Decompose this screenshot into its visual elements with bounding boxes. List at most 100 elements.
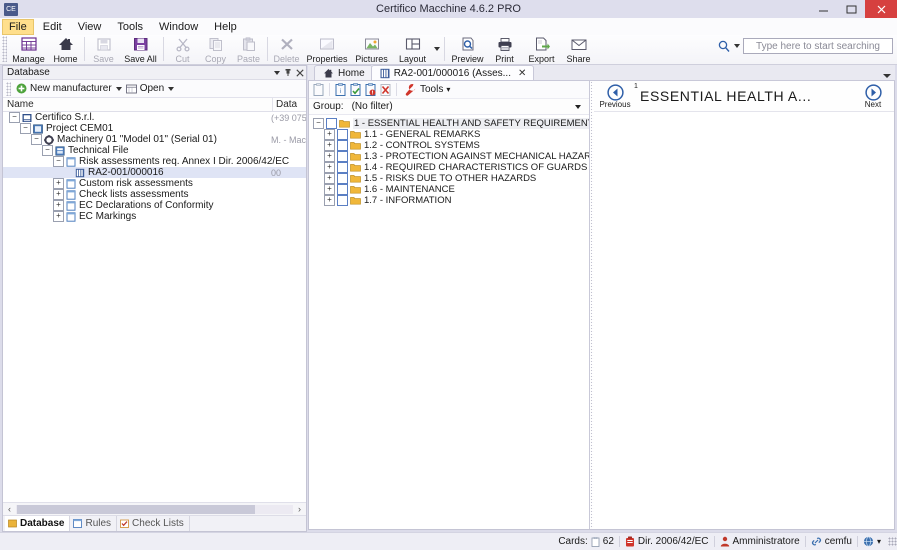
status-connection[interactable]: cemfu [811, 536, 852, 547]
tools-caret[interactable]: ▾ [446, 85, 450, 94]
tree-row-check-lists[interactable]: + Check lists assessments [3, 189, 306, 200]
tabstrip-menu-icon[interactable] [883, 74, 891, 78]
ribbon-manage-button[interactable]: Manage [8, 35, 49, 64]
req-row-1-6[interactable]: + 1.6 - MAINTENANCE [309, 184, 589, 195]
ribbon-home-button[interactable]: Home [49, 35, 82, 64]
scroll-right-arrow[interactable]: › [294, 504, 305, 514]
expander-plus-icon[interactable]: + [324, 162, 335, 173]
ribbon-export-button[interactable]: Export [521, 35, 562, 64]
bottom-tab-check-lists[interactable]: Check Lists [117, 516, 190, 531]
group-filter-row[interactable]: Group: (No filter) [309, 99, 589, 115]
previous-button[interactable]: Previous [598, 83, 632, 109]
column-header-data[interactable]: Data [272, 98, 306, 111]
menu-tools[interactable]: Tools [110, 19, 150, 35]
bottom-tab-database[interactable]: Database [5, 516, 71, 531]
status-globe-caret[interactable]: ▾ [877, 537, 881, 546]
doc-tab-home[interactable]: Home [314, 65, 373, 80]
menu-edit[interactable]: Edit [36, 19, 69, 35]
ribbon-layout-button[interactable]: Layout [392, 35, 433, 64]
expander-minus-icon[interactable]: − [53, 156, 64, 167]
tools-button[interactable]: Tools ▾ [404, 83, 450, 96]
doc-tab-close-icon[interactable]: ✕ [518, 68, 526, 79]
maximize-button[interactable] [837, 0, 865, 18]
ribbon-print-button[interactable]: Print [488, 35, 521, 64]
group-filter-caret[interactable] [575, 104, 581, 109]
pin-icon[interactable] [284, 68, 292, 77]
ribbon-paste-button[interactable]: Paste [232, 35, 265, 64]
ribbon-preview-button[interactable]: Preview [447, 35, 488, 64]
scroll-thumb[interactable] [17, 504, 255, 514]
toolbar-grip[interactable] [2, 36, 7, 62]
status-globe[interactable]: ▾ [863, 536, 881, 547]
scroll-track[interactable] [16, 504, 293, 514]
open-button[interactable]: Open [124, 83, 166, 94]
card-info-icon[interactable]: i [334, 82, 347, 97]
ribbon-save-button[interactable]: Save [87, 35, 120, 64]
req-checkbox[interactable] [337, 129, 348, 140]
new-card-icon[interactable] [312, 82, 325, 97]
column-header-name[interactable]: Name [3, 99, 272, 110]
chevron-down-icon[interactable] [274, 70, 280, 75]
req-row-1-4[interactable]: + 1.4 - REQUIRED CHARACTERISTICS OF GUAR… [309, 162, 589, 173]
ribbon-delete-button[interactable]: Delete [270, 35, 303, 64]
menu-view[interactable]: View [71, 19, 109, 35]
ribbon-copy-button[interactable]: Copy [199, 35, 232, 64]
tree-row-ec-markings[interactable]: + EC Markings [3, 211, 306, 222]
menu-help[interactable]: Help [207, 19, 244, 35]
tree-row-machinery[interactable]: − Machinery 01 "Model 01" (Serial 01) M.… [3, 134, 306, 145]
expander-minus-icon[interactable]: − [42, 145, 53, 156]
tree-row-risk-assessments[interactable]: − Risk assessments req. Annex I Dir. 200… [3, 156, 306, 167]
ribbon-properties-button[interactable]: Properties [303, 35, 351, 64]
status-directive[interactable]: Dir. 2006/42/EC [625, 536, 709, 547]
expander-plus-icon[interactable]: + [324, 195, 335, 206]
tree-row-ra2-001[interactable]: RA2-001/000016 00 [3, 167, 306, 178]
expander-plus-icon[interactable]: + [53, 189, 64, 200]
resize-grip[interactable] [888, 537, 897, 546]
req-checkbox[interactable] [337, 140, 348, 151]
req-row-1-2[interactable]: + 1.2 - CONTROL SYSTEMS [309, 140, 589, 151]
menu-file[interactable]: File [2, 18, 34, 35]
expander-minus-icon[interactable]: − [9, 112, 20, 123]
status-user[interactable]: Amministratore [720, 536, 800, 547]
tree-row-project[interactable]: − Project CEM01 [3, 123, 306, 134]
tree-row-custom-risk[interactable]: + Custom risk assessments [3, 178, 306, 189]
req-checkbox[interactable] [337, 151, 348, 162]
expander-minus-icon[interactable]: − [31, 134, 42, 145]
ribbon-save-all-button[interactable]: Save All [120, 35, 161, 64]
expander-plus-icon[interactable]: + [53, 200, 64, 211]
doc-tab-ra2[interactable]: RA2-001/000016 (Asses... ✕ [370, 65, 535, 80]
scroll-left-arrow[interactable]: ‹ [4, 504, 15, 514]
new-manufacturer-caret[interactable] [115, 86, 122, 91]
minimize-button[interactable] [809, 0, 837, 18]
requirements-tree[interactable]: − 1 - ESSENTIAL HEALTH AND SAFETY REQUIR… [309, 115, 589, 529]
open-caret[interactable] [168, 86, 175, 91]
search-dropdown-caret[interactable] [734, 44, 740, 48]
close-icon[interactable] [296, 68, 304, 77]
req-row-1-7[interactable]: + 1.7 - INFORMATION [309, 195, 589, 206]
card-delete-icon[interactable] [379, 83, 392, 97]
expander-plus-icon[interactable]: + [324, 173, 335, 184]
layout-dropdown-caret[interactable] [433, 35, 442, 63]
expander-plus-icon[interactable]: + [324, 151, 335, 162]
req-checkbox[interactable] [337, 173, 348, 184]
expander-plus-icon[interactable]: + [324, 184, 335, 195]
tree-row-technical-file[interactable]: − Technical File [3, 145, 306, 156]
db-toolbar-grip[interactable] [6, 81, 11, 96]
expander-plus-icon[interactable]: + [324, 140, 335, 151]
req-row-1-1[interactable]: + 1.1 - GENERAL REMARKS [309, 129, 589, 140]
tree-row-company[interactable]: − Certifico S.r.l. (+39 075 5 [3, 112, 306, 123]
next-button[interactable]: Next [856, 83, 890, 109]
expander-plus-icon[interactable]: + [53, 211, 64, 222]
req-checkbox[interactable] [337, 184, 348, 195]
req-checkbox[interactable] [337, 162, 348, 173]
expander-minus-icon[interactable]: − [20, 123, 31, 134]
search-icon[interactable] [717, 39, 731, 53]
expander-minus-icon[interactable]: − [313, 118, 324, 129]
req-checkbox[interactable] [326, 118, 337, 129]
database-horizontal-scrollbar[interactable]: ‹ › [3, 502, 306, 515]
ribbon-cut-button[interactable]: Cut [166, 35, 199, 64]
expander-plus-icon[interactable]: + [53, 178, 64, 189]
tree-row-ec-declarations[interactable]: + EC Declarations of Conformity [3, 200, 306, 211]
req-row-1-3[interactable]: + 1.3 - PROTECTION AGAINST MECHANICAL HA… [309, 151, 589, 162]
bottom-tab-rules[interactable]: Rules [70, 516, 118, 531]
